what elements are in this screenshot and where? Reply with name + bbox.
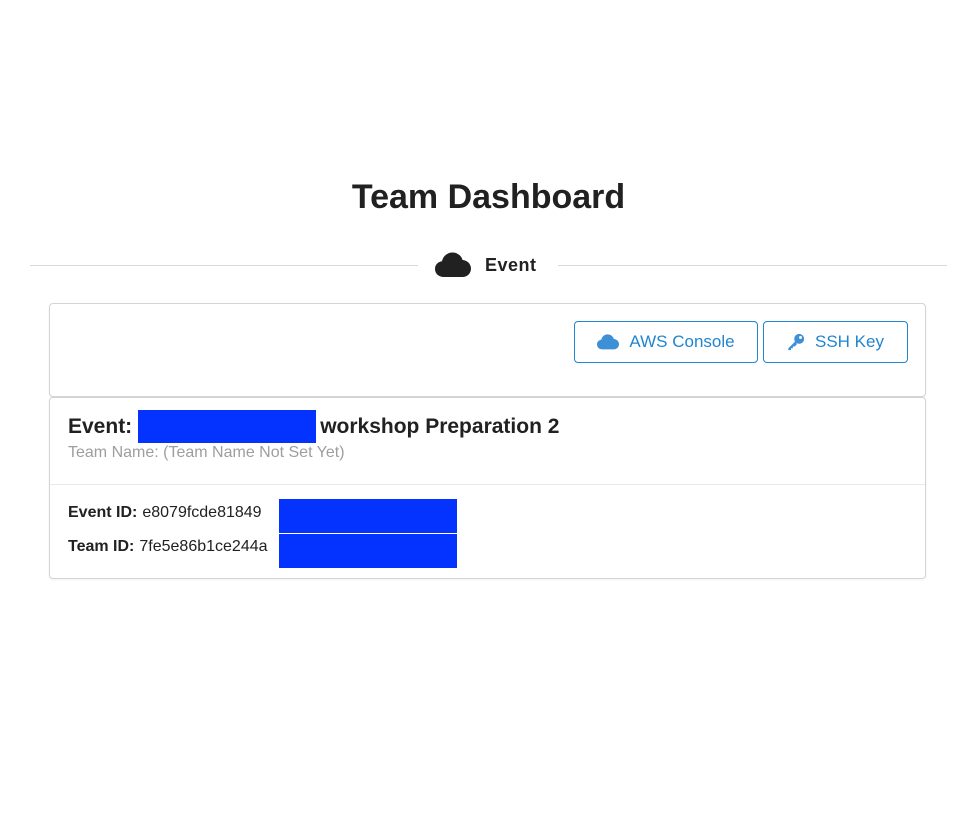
page-title: Team Dashboard xyxy=(351,178,626,216)
actions-card: AWS Console SSH Key xyxy=(49,303,926,397)
event-title: Event: workshop Preparation 2 xyxy=(68,410,559,443)
event-info-card: Event: workshop Preparation 2 Team Name:… xyxy=(49,397,926,579)
team-name: Team Name: (Team Name Not Set Yet) xyxy=(68,444,345,461)
ssh-key-label: SSH Key xyxy=(815,332,884,351)
event-title-prefix: Event: xyxy=(68,414,133,438)
cloud-icon xyxy=(435,252,471,278)
ssh-key-button[interactable]: SSH Key xyxy=(763,321,908,363)
event-info-header: Event: workshop Preparation 2 Team Name:… xyxy=(50,398,925,485)
cloud-icon xyxy=(597,334,620,350)
aws-console-button[interactable]: AWS Console xyxy=(574,321,758,363)
section-divider: Event xyxy=(30,248,947,282)
redacted-team-id xyxy=(279,534,457,568)
key-icon xyxy=(787,333,805,351)
event-id-row: Event ID: e8079fcde81849 xyxy=(68,502,262,524)
divider-line-left xyxy=(30,265,418,266)
divider-line-right xyxy=(558,265,947,266)
event-id-value: e8079fcde81849 xyxy=(142,504,262,521)
redacted-event-name xyxy=(138,410,317,443)
section-label: Event xyxy=(485,254,537,275)
event-id-label: Event ID: xyxy=(68,504,138,521)
aws-console-label: AWS Console xyxy=(629,332,735,351)
redacted-event-id xyxy=(279,499,457,533)
team-id-label: Team ID: xyxy=(68,538,135,555)
team-id-value: 7fe5e86b1ce244a xyxy=(139,538,268,555)
event-title-suffix: workshop Preparation 2 xyxy=(320,414,560,438)
team-id-row: Team ID: 7fe5e86b1ce244a xyxy=(68,536,268,558)
section-header: Event xyxy=(435,248,537,282)
